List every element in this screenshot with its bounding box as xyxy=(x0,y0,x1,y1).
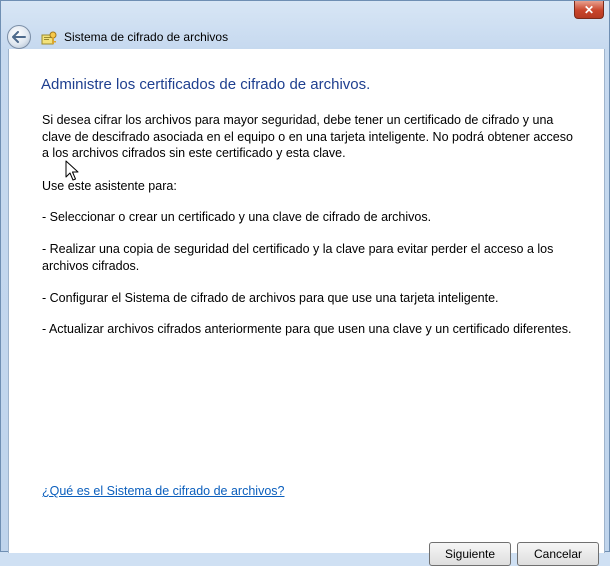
back-button[interactable] xyxy=(7,25,31,49)
bullet-select-certificate: - Seleccionar o crear un certificado y u… xyxy=(42,210,432,224)
use-label: Use este asistente para: xyxy=(42,179,177,193)
help-link[interactable]: ¿Qué es el Sistema de cifrado de archivo… xyxy=(42,484,284,498)
wizard-header: Sistema de cifrado de archivos xyxy=(1,19,610,49)
page-heading: Administre los certificados de cifrado d… xyxy=(41,76,371,93)
certificate-key-icon xyxy=(41,31,57,45)
bullet-update-files: - Actualizar archivos cifrados anteriorm… xyxy=(42,322,572,336)
close-button[interactable]: ✕ xyxy=(574,1,604,19)
wizard-window: ✕ Sistema de cifrado de archivos Adminis… xyxy=(0,0,610,566)
back-arrow-icon xyxy=(12,31,26,43)
next-button[interactable]: Siguiente xyxy=(429,542,511,566)
intro-text: Si desea cifrar los archivos para mayor … xyxy=(42,113,573,160)
window-title: Sistema de cifrado de archivos xyxy=(64,30,229,44)
bullet-smart-card: - Configurar el Sistema de cifrado de ar… xyxy=(42,291,499,305)
wizard-content: Administre los certificados de cifrado d… xyxy=(8,49,605,566)
cancel-button[interactable]: Cancelar xyxy=(517,542,599,566)
close-icon: ✕ xyxy=(583,2,595,17)
bullet-backup-certificate: - Realizar una copia de seguridad del ce… xyxy=(42,242,554,273)
cancel-button-label: Cancelar xyxy=(533,547,583,561)
mouse-pointer-icon xyxy=(65,160,79,181)
next-button-label: Siguiente xyxy=(444,547,496,561)
